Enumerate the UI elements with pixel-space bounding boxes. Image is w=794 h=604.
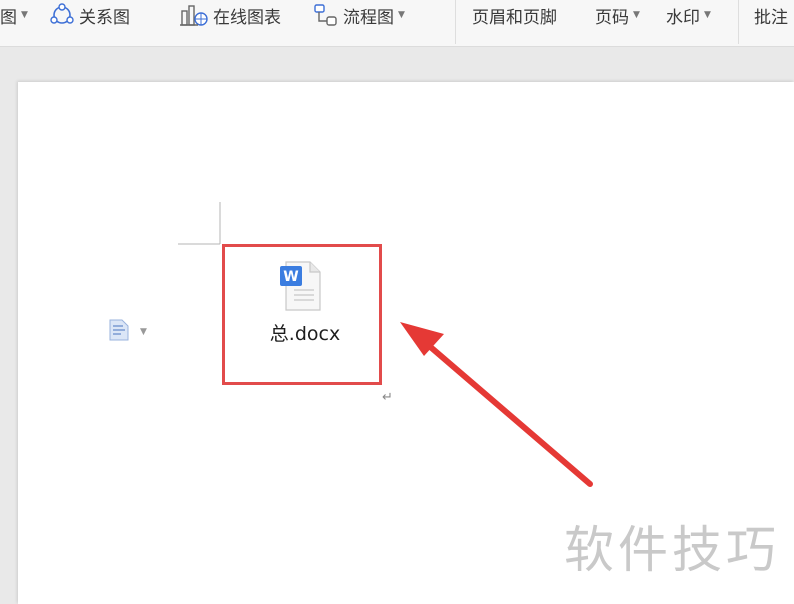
annotation-arrow — [400, 322, 593, 487]
